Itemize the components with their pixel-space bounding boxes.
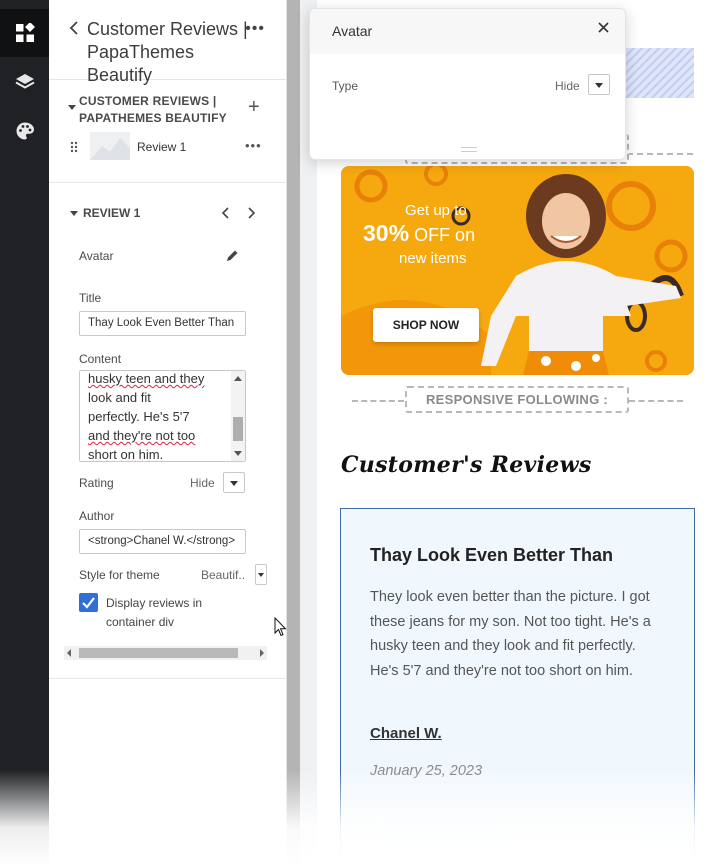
divider-line [352,400,404,402]
content-line: short on him. [88,447,164,462]
scroll-thumb[interactable] [233,417,243,441]
title-input[interactable]: Thay Look Even Better Than [79,311,246,336]
chevron-down-icon [595,83,603,88]
content-textarea[interactable]: husky teen and they look and fit perfect… [79,370,246,462]
chevron-right-icon [248,207,256,219]
scroll-down-icon[interactable] [234,451,242,456]
section-title: CUSTOMER REVIEWS | PAPATHEMES BEAUTIFY [79,94,227,125]
back-button[interactable] [69,18,87,41]
layers-button[interactable] [0,58,49,106]
title-label: Title [79,291,102,305]
review-title: Thay Look Even Better Than [370,545,614,565]
avatar-label: Avatar [79,249,114,263]
banner-line-1: Get up to [405,202,467,219]
reviews-heading: Customer's Reviews [341,452,592,478]
prev-review-button[interactable] [221,206,229,222]
banner-line-3: new items [399,250,467,267]
more-horizontal-icon: ••• [245,20,265,37]
scroll-thumb[interactable] [79,648,238,658]
review-thumbnail [90,132,130,160]
avatar-popover: Avatar Type Hide [309,8,626,160]
add-block-button[interactable]: + [248,97,260,117]
panel-resize-handle[interactable] [287,0,300,866]
scroll-right-icon[interactable] [260,649,264,657]
review-author: Chanel W. [370,725,442,742]
banner-line-2: 30% OFF on [363,220,475,247]
type-label: Type [332,79,359,93]
responsive-following-divider[interactable]: RESPONSIVE FOLLOWING : [405,386,629,413]
panel-horizontal-scrollbar[interactable] [64,646,267,660]
theme-button[interactable] [0,107,49,155]
close-button[interactable] [598,20,609,38]
collapse-caret-icon[interactable] [70,211,78,216]
review-item-more-button[interactable]: ••• [245,138,262,153]
content-line: husky teen and they [88,371,205,386]
popover-header: Avatar [310,9,625,54]
scroll-up-icon[interactable] [234,376,242,381]
chevron-left-icon [69,21,78,35]
resize-grip[interactable] [461,147,477,152]
chevron-left-icon [221,207,229,219]
collapse-caret-icon[interactable] [68,105,76,110]
layers-icon [15,74,34,89]
style-label: Style for theme [79,568,160,582]
content-text: husky teen and they look and fit perfect… [88,371,228,462]
content-scrollbar[interactable] [231,371,245,461]
type-value: Hide [555,79,580,93]
drag-handle-icon[interactable] [70,141,78,153]
blocks-icon [15,23,35,42]
chevron-down-icon [258,573,264,577]
review-section-title: REVIEW 1 [83,206,141,220]
shop-now-button[interactable]: SHOP NOW [373,308,479,342]
review-item-label[interactable]: Review 1 [137,140,186,154]
review-body: They look even better than the picture. … [370,589,651,679]
banner-background [341,166,694,375]
type-dropdown[interactable] [588,74,610,95]
content-line: perfectly. He's 5'7 [88,409,190,424]
plus-icon: + [248,96,260,118]
display-reviews-label: Display reviews in container div [106,596,203,629]
more-horizontal-icon: ••• [245,138,262,153]
more-options-button[interactable]: ••• [245,20,265,38]
divider-line [629,400,683,402]
next-review-button[interactable] [248,206,256,222]
banner-line-2-rest: OFF on [414,225,476,245]
popover-title: Avatar [332,23,373,39]
promo-banner[interactable]: Get up to 30% OFF on new items SHOP NOW [341,166,694,375]
rating-dropdown[interactable] [223,472,245,493]
blocks-section: CUSTOMER REVIEWS | PAPATHEMES BEAUTIFY +… [49,80,287,183]
content-label: Content [79,352,122,366]
rating-label: Rating [79,476,114,490]
mouse-cursor-icon [274,617,287,637]
rating-value: Hide [190,476,215,490]
editor-window: Customer Reviews | PapaThemes Beautify •… [0,0,715,866]
panel-title-text: Customer Reviews | PapaThemes Beautify [87,19,248,85]
panel-title: Customer Reviews | PapaThemes Beautify [69,18,259,87]
review-settings-section: REVIEW 1 Avatar Title Thay Look Even Bet… [49,184,287,679]
style-value: Beautif.. [201,568,246,582]
review-card[interactable]: Thay Look Even Better Than They look eve… [340,508,695,866]
close-icon [598,22,609,33]
chevron-down-icon [230,481,238,486]
blocks-button[interactable] [0,9,49,57]
settings-panel: Customer Reviews | PapaThemes Beautify •… [49,0,287,866]
placeholder-hatch [624,48,694,98]
panel-header: Customer Reviews | PapaThemes Beautify •… [49,0,287,85]
content-line: and they're not too [88,428,196,443]
pencil-icon[interactable] [225,249,239,263]
icon-rail [0,0,49,866]
display-reviews-checkbox[interactable] [79,593,98,612]
author-label: Author [79,509,115,523]
style-dropdown[interactable] [255,564,267,585]
banner-percent: 30% [363,220,410,246]
review-date: January 25, 2023 [370,763,483,779]
content-line: look and fit [88,390,151,405]
author-input[interactable]: <strong>Chanel W.</strong> [79,529,246,554]
palette-icon [15,122,34,140]
checkmark-icon [82,597,95,609]
scroll-left-icon[interactable] [67,649,71,657]
